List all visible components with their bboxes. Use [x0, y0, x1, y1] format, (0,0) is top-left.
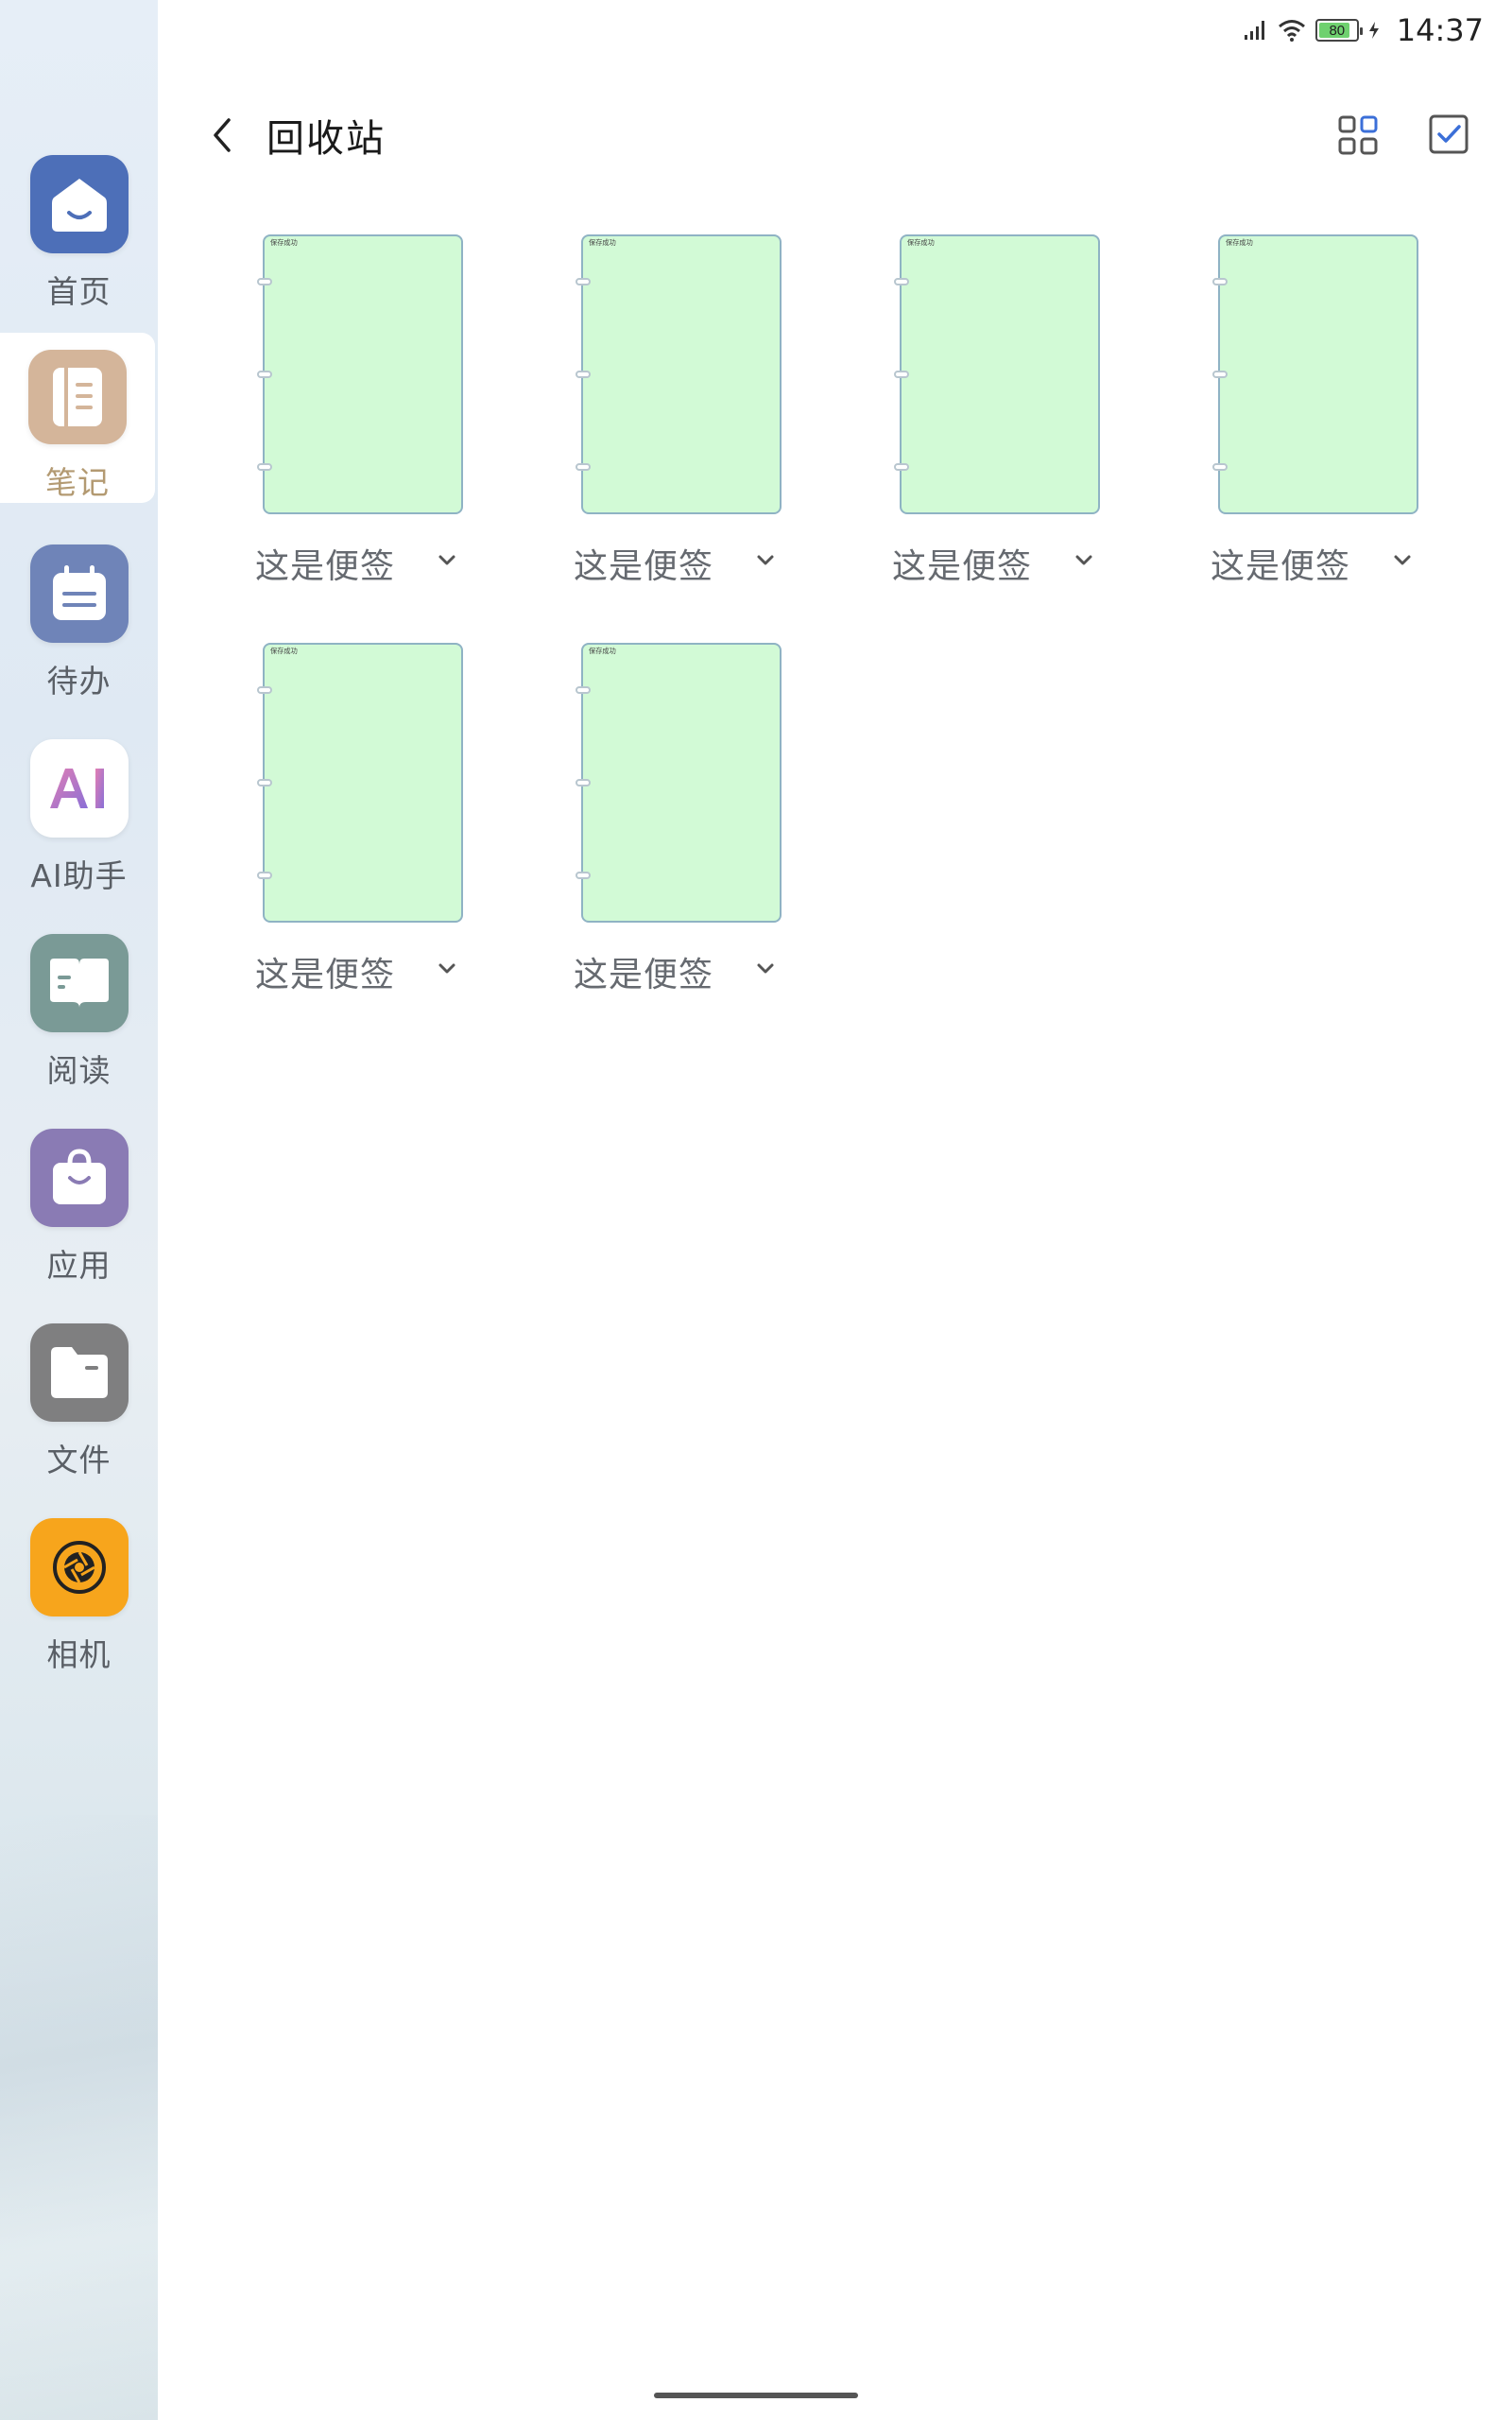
binder-ring [894, 463, 909, 471]
binder-ring [1212, 278, 1228, 285]
binder-ring [257, 872, 272, 879]
binder-ring [894, 278, 909, 285]
notebook-icon [28, 350, 127, 444]
sidebar-item-ai-assistant[interactable]: AI助手 [0, 739, 158, 934]
battery-icon: 80 [1314, 19, 1363, 42]
note-thumbnail[interactable]: 保存成功 [257, 643, 463, 923]
sidebar-item-files[interactable]: 文件 [0, 1323, 158, 1518]
binder-ring [257, 686, 272, 694]
chevron-down-icon[interactable] [1390, 548, 1415, 573]
battery-level: 80 [1329, 22, 1346, 39]
binder-ring [257, 371, 272, 378]
chevron-down-icon[interactable] [753, 957, 778, 981]
binder-ring [257, 278, 272, 285]
grid-icon [1338, 115, 1378, 155]
sidebar-item-label: 相机 [46, 1636, 112, 1673]
chevron-down-icon[interactable] [1072, 548, 1096, 573]
select-button[interactable] [1427, 112, 1470, 156]
note-card[interactable]: 保存成功 这是便签 [574, 643, 800, 1021]
book-icon [29, 934, 129, 1032]
home-icon [29, 155, 129, 253]
sidebar-item-label: 阅读 [46, 1052, 112, 1089]
binder-ring [576, 278, 591, 285]
chevron-left-icon [214, 118, 231, 152]
sidebar-item-notes[interactable]: 笔记 [0, 333, 155, 503]
charging-icon [1368, 22, 1379, 39]
binder-ring [1212, 371, 1228, 378]
back-button[interactable] [198, 107, 246, 164]
binder-ring [576, 872, 591, 879]
note-card[interactable]: 保存成功 这是便签 [255, 234, 482, 613]
sidebar-item-label: 首页 [46, 273, 112, 310]
binder-ring [576, 779, 591, 786]
ai-icon [29, 739, 129, 838]
folder-icon [29, 1323, 129, 1422]
note-thumbnail-text: 保存成功 [270, 238, 298, 247]
sidebar-item-label: AI助手 [30, 857, 128, 894]
sidebar-item-label: 待办 [46, 663, 112, 700]
sidebar-item-home[interactable]: 首页 [0, 155, 158, 350]
sidebar-item-label: 文件 [46, 1442, 112, 1478]
note-thumbnail[interactable]: 保存成功 [894, 234, 1100, 514]
sidebar-item-apps[interactable]: 应用 [0, 1129, 158, 1323]
home-indicator[interactable] [654, 2393, 858, 2398]
checkbox-icon [1429, 114, 1469, 154]
note-thumbnail[interactable]: 保存成功 [1212, 234, 1418, 514]
bag-icon [29, 1129, 129, 1227]
binder-ring [257, 779, 272, 786]
note-thumbnail-text: 保存成功 [589, 647, 616, 655]
note-thumbnail-text: 保存成功 [907, 238, 935, 247]
wifi-icon [1278, 20, 1305, 42]
note-thumbnail[interactable]: 保存成功 [257, 234, 463, 514]
note-title: 这是便签 [574, 956, 714, 994]
calendar-icon [29, 544, 129, 643]
note-card[interactable]: 保存成功 这是便签 [574, 234, 800, 613]
binder-ring [1212, 463, 1228, 471]
note-thumbnail-text: 保存成功 [1226, 238, 1253, 247]
note-thumbnail-text: 保存成功 [270, 647, 298, 655]
binder-ring [894, 371, 909, 378]
chevron-down-icon[interactable] [435, 548, 459, 573]
binder-ring [576, 463, 591, 471]
status-bar: 80 14:37 [1244, 11, 1484, 49]
sidebar-item-todo[interactable]: 待办 [0, 544, 158, 739]
note-card[interactable]: 保存成功 这是便签 [892, 234, 1119, 613]
note-thumbnail[interactable]: 保存成功 [576, 234, 782, 514]
sidebar-item-reading[interactable]: 阅读 [0, 934, 158, 1129]
sidebar-item-camera[interactable]: 相机 [0, 1518, 158, 1713]
note-title: 这是便签 [255, 956, 396, 994]
binder-ring [576, 686, 591, 694]
chevron-down-icon[interactable] [435, 957, 459, 981]
note-thumbnail-text: 保存成功 [589, 238, 616, 247]
chevron-down-icon[interactable] [753, 548, 778, 573]
sidebar-item-label: 笔记 [45, 464, 110, 501]
clock: 14:37 [1396, 12, 1484, 48]
camera-icon [29, 1518, 129, 1616]
binder-ring [257, 463, 272, 471]
note-title: 这是便签 [255, 547, 396, 586]
note-title: 这是便签 [1211, 547, 1351, 586]
binder-ring [576, 371, 591, 378]
page-title: 回收站 [266, 117, 386, 161]
sidebar-item-label: 应用 [46, 1247, 112, 1284]
note-title: 这是便签 [574, 547, 714, 586]
note-card[interactable]: 保存成功 这是便签 [1211, 234, 1437, 613]
note-thumbnail[interactable]: 保存成功 [576, 643, 782, 923]
note-card[interactable]: 保存成功 这是便签 [255, 643, 482, 1021]
note-title: 这是便签 [892, 547, 1033, 586]
grid-view-button[interactable] [1334, 112, 1382, 159]
sidebar: 首页 笔记 待办 AI助手 阅读 应用 文件 相机 [0, 0, 158, 2420]
signal-icon [1244, 21, 1264, 40]
